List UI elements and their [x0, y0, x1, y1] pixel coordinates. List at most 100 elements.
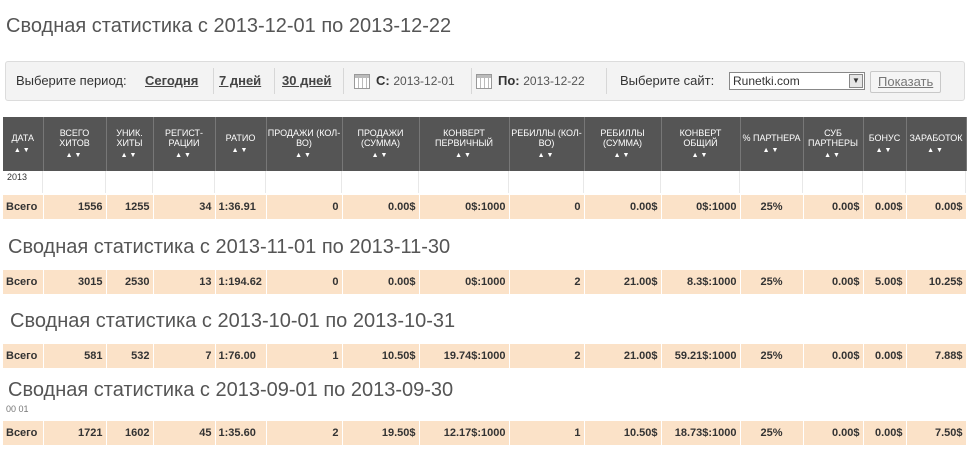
- column-header-label: СУБ ПАРТНЕРЫ: [807, 127, 859, 148]
- sort-arrows-icon[interactable]: ▲▼: [155, 151, 214, 161]
- section-title: Сводная статистика с 2013-10-01 по 2013-…: [10, 310, 456, 332]
- table-cell: 0.00$: [584, 195, 662, 219]
- from-label: С:: [376, 73, 390, 88]
- page-title: Сводная статистика с 2013-12-01 по 2013-…: [6, 15, 452, 37]
- column-header-label: ПРОДАЖИ (СУММА): [357, 127, 404, 148]
- table-cell: 1: [266, 344, 343, 368]
- column-header-label: УНИК. ХИТЫ: [116, 127, 143, 148]
- filter-bar: Выберите период: Сегодня 7 дней 30 дней …: [5, 61, 965, 101]
- table-cell: 0$:1000: [419, 195, 510, 219]
- column-header[interactable]: ПРОДАЖИ (КОЛ-ВО) ▲▼: [266, 117, 343, 171]
- divider: [341, 171, 342, 193]
- site-select-value: Runetki.com: [733, 73, 800, 88]
- divider: [105, 171, 106, 193]
- table-cell: 10.25$: [906, 270, 967, 294]
- sort-arrows-icon[interactable]: ▲▼: [511, 151, 583, 161]
- sort-arrows-icon[interactable]: ▲▼: [421, 151, 508, 161]
- sort-arrows-icon[interactable]: ▲▼: [268, 151, 341, 161]
- table-cell: 1:36.91: [215, 195, 267, 219]
- totals-label: Всего: [3, 195, 44, 219]
- table-cell: 1:76.00: [215, 344, 267, 368]
- sort-arrows-icon[interactable]: ▲▼: [108, 151, 152, 161]
- table-cell: 0.00$: [863, 421, 907, 445]
- table-cell: 8.3$:1000: [661, 270, 741, 294]
- divider: [660, 171, 661, 193]
- sort-arrows-icon[interactable]: ▲▼: [805, 151, 862, 161]
- calendar-icon[interactable]: [476, 74, 492, 90]
- table-cell: 0.00$: [906, 195, 967, 219]
- table-cell: 45: [153, 421, 216, 445]
- date-cell: 2013: [7, 172, 28, 182]
- table-cell: 7.88$: [906, 344, 967, 368]
- sort-arrows-icon[interactable]: ▲▼: [344, 151, 418, 161]
- chevron-down-icon[interactable]: ▼: [849, 73, 863, 88]
- column-header[interactable]: КОНВЕРТ ПЕРВИЧНЫЙ ▲▼: [419, 117, 510, 171]
- table-cell: 3015: [43, 270, 107, 294]
- column-header[interactable]: РЕБИЛЛЫ (СУММА) ▲▼: [584, 117, 662, 171]
- table-cell: 18.73$:1000: [661, 421, 741, 445]
- calendar-icon[interactable]: [354, 74, 370, 90]
- sort-arrows-icon[interactable]: ▲▼: [45, 151, 105, 161]
- totals-row: Всего 581 532 7 1:76.00 1 10.50$ 19.74$:1000 2 21…: [3, 344, 967, 368]
- sort-arrows-icon[interactable]: ▲▼: [217, 146, 265, 156]
- to-date-value[interactable]: 2013-12-22: [523, 74, 584, 88]
- totals-row: Всего 1721 1602 45 1:35.60 2 19.50$ 12.17$:1000…: [3, 421, 967, 445]
- divider: [213, 68, 214, 94]
- table-cell: 0.00$: [803, 195, 864, 219]
- table-cell: 59.21$:1000: [661, 344, 741, 368]
- table-cell: 0: [266, 270, 343, 294]
- period-label: Выберите период:: [16, 73, 127, 88]
- column-header[interactable]: КОНВЕРТ ОБЩИЙ ▲▼: [661, 117, 741, 171]
- table-cell: 1255: [106, 195, 154, 219]
- period-30days-link[interactable]: 30 дней: [282, 73, 331, 88]
- column-header[interactable]: % ПАРТНЕРА ▲▼: [740, 117, 804, 171]
- column-header[interactable]: РЕГИСТ- РАЦИИ ▲▼: [153, 117, 216, 171]
- table-cell: 25%: [740, 344, 804, 368]
- divider: [265, 171, 266, 193]
- table-cell: 2: [266, 421, 343, 445]
- table-cell: 0.00$: [342, 270, 420, 294]
- section-title: Сводная статистика с 2013-11-01 по 2013-…: [8, 236, 451, 258]
- column-header-label: РЕГИСТ- РАЦИИ: [164, 127, 204, 148]
- column-header[interactable]: ВСЕГО ХИТОВ ▲▼: [43, 117, 107, 171]
- column-header[interactable]: СУБ ПАРТНЕРЫ ▲▼: [803, 117, 864, 171]
- period-today-link[interactable]: Сегодня: [145, 73, 198, 88]
- sort-arrows-icon[interactable]: ▲▼: [865, 146, 905, 156]
- column-header[interactable]: УНИК. ХИТЫ ▲▼: [106, 117, 154, 171]
- column-header[interactable]: ПРОДАЖИ (СУММА) ▲▼: [342, 117, 420, 171]
- table-cell: 0: [509, 195, 585, 219]
- section-title: Сводная статистика с 2013-09-01 по 2013-…: [8, 379, 454, 401]
- divider: [802, 171, 803, 193]
- divider: [606, 68, 607, 94]
- table-cell: 5.00$: [863, 270, 907, 294]
- table-cell: 25%: [740, 195, 804, 219]
- totals-label: Всего: [3, 270, 44, 294]
- show-button[interactable]: Показать: [870, 70, 942, 93]
- table-cell: 1:35.60: [215, 421, 267, 445]
- divider: [152, 171, 153, 193]
- sort-arrows-icon[interactable]: ▲▼: [4, 146, 42, 156]
- divider: [508, 171, 509, 193]
- period-7days-link[interactable]: 7 дней: [219, 73, 261, 88]
- totals-row: Всего 1556 1255 34 1:36.91 0 0.00$ 0$:1000 0 0.00…: [3, 195, 967, 219]
- from-date-value[interactable]: 2013-12-01: [393, 74, 454, 88]
- table-cell: 0.00$: [803, 344, 864, 368]
- to-label: По:: [498, 73, 520, 88]
- sort-arrows-icon[interactable]: ▲▼: [742, 146, 802, 156]
- column-header-label: ВСЕГО ХИТОВ: [59, 127, 90, 148]
- stats-table-header: ДАТА ▲▼ ВСЕГО ХИТОВ ▲▼ УНИК. ХИТЫ ▲▼ РЕГИСТ- Р…: [3, 117, 967, 171]
- sort-arrows-icon[interactable]: ▲▼: [663, 151, 739, 161]
- column-header[interactable]: РАТИО ▲▼: [215, 117, 267, 171]
- sort-arrows-icon[interactable]: ▲▼: [586, 151, 660, 161]
- site-select[interactable]: Runetki.com ▼: [729, 71, 865, 90]
- sort-arrows-icon[interactable]: ▲▼: [908, 146, 965, 156]
- totals-label: Всего: [3, 421, 44, 445]
- column-header[interactable]: РЕБИЛЛЫ (КОЛ-ВО) ▲▼: [509, 117, 585, 171]
- column-header[interactable]: ДАТА ▲▼: [3, 117, 44, 171]
- divider: [965, 171, 966, 193]
- column-header-label: ПРОДАЖИ (КОЛ-ВО): [267, 127, 341, 148]
- table-cell: 0: [266, 195, 343, 219]
- column-header[interactable]: БОНУС ▲▼: [863, 117, 907, 171]
- divider: [274, 68, 275, 94]
- column-header[interactable]: ЗАРАБОТОК ▲▼: [906, 117, 967, 171]
